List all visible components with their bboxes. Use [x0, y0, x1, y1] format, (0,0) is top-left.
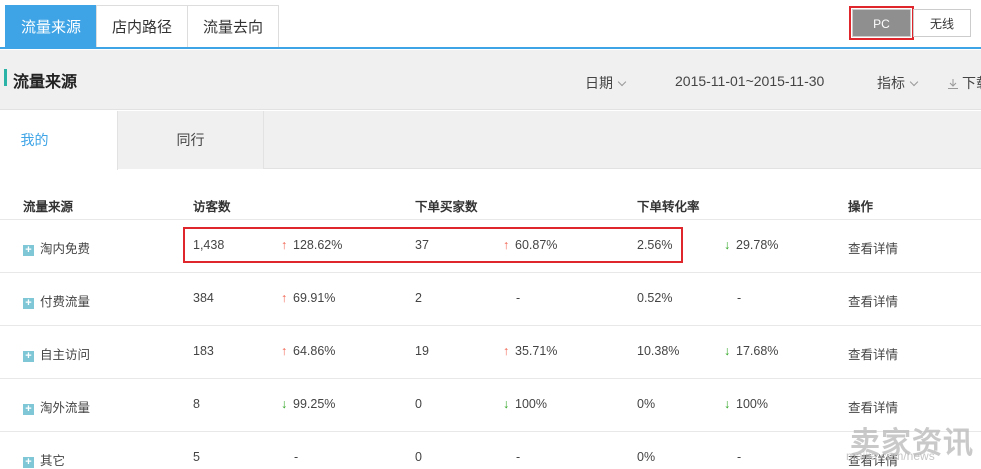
date-filter[interactable]: 日期: [585, 73, 627, 93]
source-label: 付费流量: [40, 295, 91, 309]
header-visitors: 访客数: [193, 200, 231, 214]
header-buyers: 下单买家数: [415, 200, 478, 214]
conversion-change: ↓ 17.68%: [724, 344, 778, 358]
conversion-change: -: [737, 291, 742, 305]
change-value: 69.91%: [293, 291, 336, 305]
buyers-change: ↓ 100%: [503, 397, 547, 411]
source-cell: + 自主访问: [23, 344, 90, 363]
metric-filter[interactable]: 指标: [877, 73, 919, 93]
table-row: + 其它 5-0-0% - 查看详情: [0, 431, 981, 469]
visitors-change: ↓ 99.25%: [281, 397, 335, 411]
pc-button[interactable]: PC: [849, 6, 914, 40]
tab-mine-label: 我的: [20, 132, 49, 148]
expand-icon[interactable]: +: [23, 351, 34, 362]
tab-traffic-destination[interactable]: 流量去向: [187, 5, 280, 48]
view-details-link[interactable]: 查看详情: [848, 238, 898, 257]
change-value: 35.71%: [515, 344, 558, 358]
section-marker: [4, 69, 7, 86]
arrow-up-icon: ↑: [281, 291, 288, 305]
arrow-down-icon: ↓: [724, 238, 731, 252]
conversion-value: 10.38%: [637, 344, 680, 358]
header-conversion: 下单转化率: [637, 200, 700, 214]
tab-traffic-source[interactable]: 流量来源: [5, 5, 98, 48]
buyers-change: -: [516, 291, 521, 305]
table-row: + 淘外流量 8 ↓ 99.25% 0 ↓ 100% 0% ↓ 100% 查看详情: [0, 378, 981, 431]
conversion-value: 0.52%: [637, 291, 673, 305]
conversion-change: ↓ 100%: [724, 397, 768, 411]
buyers-change: -: [516, 450, 521, 464]
expand-icon[interactable]: +: [23, 404, 34, 415]
tab-underline: [0, 47, 981, 49]
header-action: 操作: [848, 200, 874, 214]
buyers-change: ↑ 35.71%: [503, 344, 557, 358]
expand-icon[interactable]: +: [23, 298, 34, 309]
expand-icon[interactable]: +: [23, 245, 34, 256]
source-label: 淘内免费: [40, 242, 91, 256]
arrow-up-icon: ↑: [281, 344, 288, 358]
device-switch: PC 无线: [849, 6, 971, 40]
chevron-down-icon: [617, 77, 627, 87]
expand-icon[interactable]: +: [23, 457, 34, 468]
table-row: + 自主访问 183 ↑ 64.86% 19 ↑ 35.71% 10.38% ↓ 17.68% 查看详…: [0, 325, 981, 378]
date-range[interactable]: 2015-11-01~2015-11-30: [675, 73, 824, 89]
top-tabs: 流量来源 店内路径 流量去向: [5, 5, 280, 48]
visitors-value: 183: [193, 344, 214, 358]
buyers-value: 0: [415, 450, 422, 464]
tab-peers[interactable]: 同行: [118, 111, 264, 169]
visitors-change: ↑ 69.91%: [281, 291, 335, 305]
visitors-value: 8: [193, 397, 200, 411]
conversion-value: 0%: [637, 397, 656, 411]
source-label: 其它: [40, 454, 66, 468]
visitors-change: -: [294, 450, 299, 464]
visitors-change: ↑ 64.86%: [281, 344, 335, 358]
wireless-button[interactable]: 无线: [913, 9, 971, 37]
download-label: 下载: [962, 75, 981, 91]
view-details-link[interactable]: 查看详情: [848, 397, 898, 416]
change-value: 64.86%: [293, 344, 336, 358]
change-value: 100%: [736, 397, 768, 411]
source-label: 淘外流量: [40, 401, 91, 415]
source-cell: + 其它: [23, 450, 65, 469]
download-button[interactable]: 下载: [948, 73, 981, 93]
conversion-change: ↓ 29.78%: [724, 238, 778, 252]
highlight-box: [183, 227, 683, 263]
buyers-value: 2: [415, 291, 422, 305]
view-details-link[interactable]: 查看详情: [848, 344, 898, 363]
source-cell: + 付费流量: [23, 291, 90, 310]
download-icon: [948, 79, 958, 89]
watermark-url: maijia.com/news: [846, 449, 935, 463]
arrow-down-icon: ↓: [724, 344, 731, 358]
header-source: 流量来源: [23, 200, 74, 214]
tab-mine[interactable]: 我的: [0, 111, 118, 170]
change-value: 29.78%: [736, 238, 779, 252]
change-value: 99.25%: [293, 397, 336, 411]
section-title: 流量来源: [13, 74, 78, 91]
source-label: 自主访问: [40, 348, 91, 362]
chevron-down-icon: [909, 77, 919, 87]
arrow-up-icon: ↑: [503, 344, 510, 358]
change-value: 100%: [515, 397, 547, 411]
source-cell: + 淘内免费: [23, 238, 90, 257]
visitors-value: 5: [193, 450, 200, 464]
arrow-down-icon: ↓: [503, 397, 510, 411]
section-header: 流量来源 日期 2015-11-01~2015-11-30 指标 下载: [0, 50, 981, 110]
sub-tabs: 我的 同行: [0, 111, 981, 170]
arrow-down-icon: ↓: [281, 397, 288, 411]
source-cell: + 淘外流量: [23, 397, 90, 416]
metric-label: 指标: [877, 75, 905, 91]
tab-store-path[interactable]: 店内路径: [96, 5, 189, 48]
arrow-down-icon: ↓: [724, 397, 731, 411]
view-details-link[interactable]: 查看详情: [848, 291, 898, 310]
date-label: 日期: [585, 75, 613, 91]
conversion-change: -: [737, 450, 742, 464]
tab-peers-label: 同行: [176, 132, 205, 148]
conversion-value: 0%: [637, 450, 656, 464]
buyers-value: 19: [415, 344, 429, 358]
visitors-value: 384: [193, 291, 214, 305]
table-row: + 付费流量 384 ↑ 69.91% 2 - 0.52% - 查看详情: [0, 272, 981, 325]
buyers-value: 0: [415, 397, 422, 411]
change-value: 17.68%: [736, 344, 779, 358]
